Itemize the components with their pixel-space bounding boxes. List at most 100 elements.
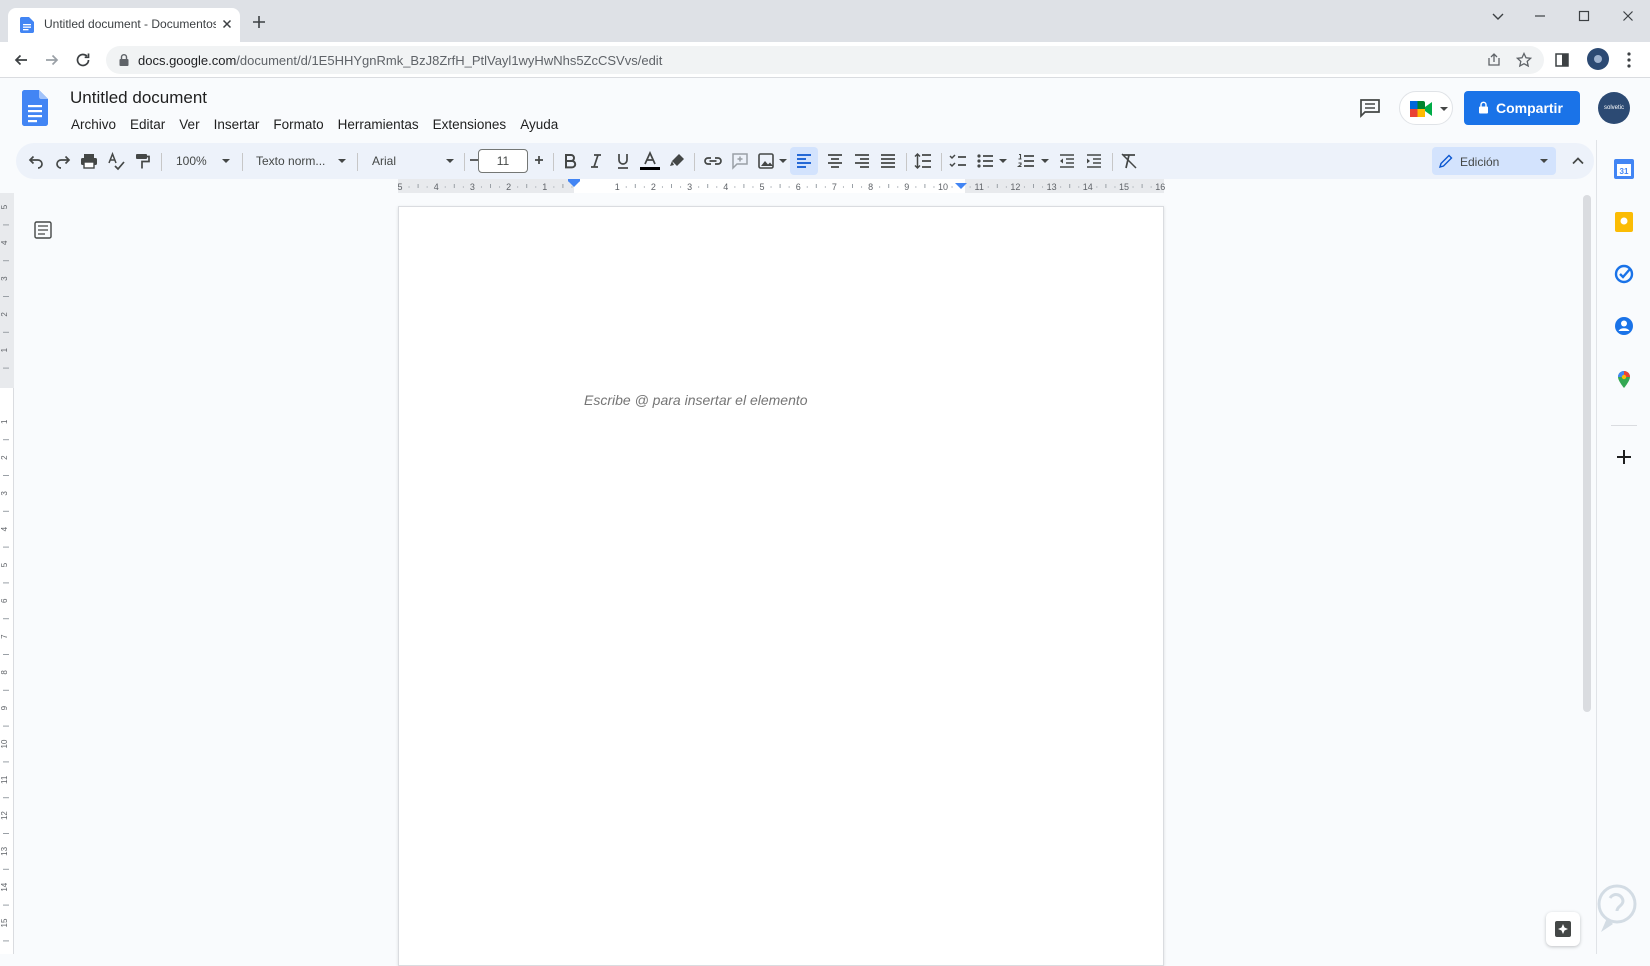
side-panel-icon[interactable]: [1553, 51, 1571, 69]
menu-item-herramientas[interactable]: Herramientas: [331, 115, 426, 134]
menu-item-extensiones[interactable]: Extensiones: [426, 115, 514, 134]
keep-icon[interactable]: [1613, 211, 1635, 233]
meet-icon: [1410, 99, 1434, 119]
share-page-icon[interactable]: [1486, 52, 1502, 68]
menu-item-formato[interactable]: Formato: [266, 115, 330, 134]
increase-indent-icon[interactable]: [1084, 151, 1104, 171]
highlight-color-icon[interactable]: [667, 151, 687, 171]
bullet-caret-icon[interactable]: [999, 159, 1007, 163]
tasks-icon[interactable]: [1613, 263, 1635, 285]
align-justify-icon[interactable]: [878, 151, 898, 171]
horizontal-ruler[interactable]: 5 4 3 2 1 1 2 3 4 5 6 7 8 9 10 11 12 13 14 15 16: [0, 179, 1596, 193]
hide-menus-chevron-up-icon[interactable]: [1568, 151, 1588, 171]
ruler-label: 2: [651, 182, 656, 192]
insert-link-icon[interactable]: [702, 151, 724, 171]
vruler-label: 3: [0, 491, 9, 496]
account-avatar[interactable]: solvetic: [1598, 92, 1630, 124]
vruler-label: 2: [0, 455, 9, 460]
document-outline-icon[interactable]: [33, 220, 53, 240]
reload-icon[interactable]: [74, 51, 92, 69]
browser-menu-icon[interactable]: [1626, 51, 1632, 69]
bold-icon[interactable]: [560, 151, 580, 171]
ruler-label: 4: [723, 182, 728, 192]
url-text: docs.google.com/document/d/1E5HHYgnRmk_B…: [138, 53, 662, 68]
toolbar-separator: [1112, 153, 1113, 171]
close-window-icon[interactable]: [1620, 8, 1636, 24]
editing-mode-select[interactable]: Edición: [1432, 147, 1556, 175]
image-caret-icon[interactable]: [779, 159, 787, 163]
meet-button[interactable]: [1399, 91, 1453, 125]
redo-icon[interactable]: [53, 151, 73, 171]
bookmark-star-icon[interactable]: [1516, 52, 1532, 68]
tab-search-icon[interactable]: [1490, 8, 1506, 24]
lock-icon[interactable]: [118, 53, 130, 67]
maps-icon[interactable]: [1613, 367, 1635, 389]
decrease-indent-icon[interactable]: [1057, 151, 1077, 171]
align-center-icon[interactable]: [825, 151, 845, 171]
horizontal-ruler-graphic: 5 4 3 2 1 1 2 3 4 5 6 7 8 9 10 11 12 13 14 15 16: [397, 179, 1165, 193]
toolbar-separator: [161, 153, 162, 171]
align-right-icon[interactable]: [852, 151, 872, 171]
menu-item-ver[interactable]: Ver: [172, 115, 206, 134]
vruler-label: 4: [0, 240, 9, 245]
maximize-icon[interactable]: [1576, 8, 1592, 24]
vertical-scrollbar[interactable]: [1583, 195, 1591, 712]
ruler-label: 1: [542, 182, 547, 192]
vertical-ruler[interactable]: 5 4 3 2 1 1 2 3 4 5 6 7 8 9 10 11 12 13 14 15: [0, 193, 14, 954]
clear-formatting-icon[interactable]: [1119, 151, 1139, 171]
url-path: /document/d/1E5HHYgnRmk_BzJ8ZrfH_PtlVayl…: [236, 53, 663, 68]
calendar-icon[interactable]: 31: [1613, 158, 1635, 180]
menu-item-editar[interactable]: Editar: [123, 115, 172, 134]
share-lock-icon: [1478, 101, 1489, 114]
font-select[interactable]: Arial: [368, 149, 458, 173]
add-icon[interactable]: [1613, 446, 1635, 468]
toolbar-separator: [464, 153, 465, 171]
browser-tab[interactable]: Untitled document - Documentos: [8, 8, 240, 42]
menu-item-archivo[interactable]: Archivo: [64, 115, 123, 134]
ruler-label: 8: [868, 182, 873, 192]
checklist-icon[interactable]: [948, 151, 968, 171]
tab-close-icon[interactable]: [220, 17, 234, 31]
numbered-list-icon[interactable]: [1016, 151, 1036, 171]
docs-favicon-icon: [20, 17, 34, 33]
document-page[interactable]: Escribe @ para insertar el elemento: [398, 206, 1164, 966]
ruler-label: 11: [975, 182, 984, 192]
ruler-label: 3: [687, 182, 692, 192]
back-icon[interactable]: [12, 51, 30, 69]
align-left-button[interactable]: [790, 147, 818, 175]
numbered-caret-icon[interactable]: [1041, 159, 1049, 163]
ruler-label: 14: [1083, 182, 1093, 192]
explore-button[interactable]: [1546, 912, 1580, 946]
print-icon[interactable]: [79, 151, 99, 171]
underline-icon[interactable]: [613, 151, 633, 171]
italic-icon[interactable]: [586, 151, 606, 171]
spellcheck-icon[interactable]: [106, 151, 126, 171]
forward-icon[interactable]: [43, 51, 61, 69]
menu-item-ayuda[interactable]: Ayuda: [513, 115, 565, 134]
minimize-icon[interactable]: [1532, 8, 1548, 24]
docs-logo-icon[interactable]: [22, 90, 48, 126]
font-size-input[interactable]: 11: [478, 149, 528, 173]
menu-bar: Archivo Editar Ver Insertar Formato Herr…: [64, 115, 565, 134]
vruler-label: 5: [0, 562, 9, 567]
address-bar[interactable]: docs.google.com/document/d/1E5HHYgnRmk_B…: [106, 46, 1544, 74]
text-color-icon[interactable]: [639, 151, 661, 171]
line-spacing-icon[interactable]: [913, 151, 933, 171]
insert-image-icon[interactable]: [756, 151, 776, 171]
document-title[interactable]: Untitled document: [70, 88, 207, 108]
comments-icon[interactable]: [1358, 96, 1382, 120]
share-button[interactable]: Compartir: [1464, 91, 1580, 125]
profile-avatar-icon[interactable]: [1587, 48, 1609, 70]
new-tab-icon[interactable]: [252, 15, 266, 29]
paragraph-style-select[interactable]: Texto norm...: [252, 149, 350, 173]
bulleted-list-icon[interactable]: [975, 151, 995, 171]
increase-font-size-icon[interactable]: [532, 153, 546, 167]
menu-item-insertar[interactable]: Insertar: [207, 115, 267, 134]
contacts-icon[interactable]: [1613, 315, 1635, 337]
undo-icon[interactable]: [26, 151, 46, 171]
paint-format-icon[interactable]: [132, 151, 152, 171]
ruler-label: 4: [434, 182, 439, 192]
insert-comment-icon[interactable]: [730, 151, 750, 171]
tab-title: Untitled document - Documentos: [44, 17, 216, 31]
zoom-select[interactable]: 100%: [172, 149, 234, 173]
